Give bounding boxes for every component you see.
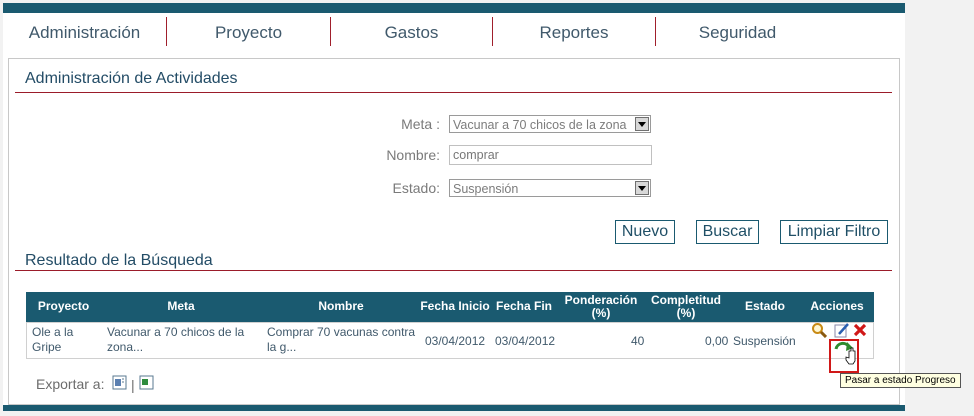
cell-meta: Vacunar a 70 chicos de la zona... [107,325,245,354]
main-nav: Administración Proyecto Gastos Reportes … [3,15,905,52]
column-header: Acciones [810,299,864,313]
meta-select-value: Vacunar a 70 chicos de la zona [453,118,627,132]
estado-label: Estado: [392,180,440,196]
export-separator: | [131,377,135,393]
change-state-icon[interactable] [829,339,859,373]
column-header: Proyecto [37,299,90,313]
limpiar-filtro-button[interactable]: Limpiar Filtro [780,220,888,244]
search-icon[interactable] [811,322,827,338]
meta-label: Meta : [401,116,440,132]
edit-icon[interactable] [834,322,850,338]
nuevo-button[interactable]: Nuevo [615,220,675,244]
column-header: Nombre [318,299,364,313]
cell-completitud: 0,00 [705,334,729,348]
column-header: Ponderación (%) [564,293,638,320]
column-header: Meta [167,299,195,313]
chevron-down-icon[interactable] [635,181,649,195]
cell-nombre: Comprar 70 vacunas contra la g... [267,325,416,354]
meta-select[interactable]: Vacunar a 70 chicos de la zona [449,115,651,133]
column-header: Completitud (%) [651,293,721,320]
bottom-bar [3,405,905,411]
buscar-button[interactable]: Buscar [696,220,759,244]
cell-ponderacion: 40 [631,334,645,348]
action-tooltip: Pasar a estado Progreso [840,373,961,388]
column-header: Fecha Inicio [420,299,490,313]
page-title: Administración de Actividades [25,70,238,87]
tab-reportes[interactable]: Reportes [493,15,655,47]
csv-export-icon[interactable] [139,375,155,391]
tab-gastos[interactable]: Gastos [331,15,492,47]
nombre-label: Nombre: [386,147,440,163]
estado-select-value: Suspensión [453,182,519,196]
table-header: Proyecto Meta Nombre Fecha Inicio Fecha … [26,292,874,322]
top-bar [3,3,905,13]
cell-proyecto: Ole a la Gripe [32,325,74,354]
title-divider [15,92,892,93]
results-title: Resultado de la Búsqueda [25,252,213,269]
excel-export-icon[interactable] [112,375,128,391]
cell-estado: Suspensión [733,334,796,348]
cell-fecha-inicio: 03/04/2012 [425,334,486,348]
cell-fecha-fin: 03/04/2012 [495,334,556,348]
tab-administracion[interactable]: Administración [3,15,166,47]
column-header: Estado [744,299,785,313]
table-row[interactable]: Ole a la Gripe Vacunar a 70 chicos de la… [26,322,874,359]
nombre-input[interactable] [449,145,652,165]
tab-seguridad[interactable]: Seguridad [656,15,819,47]
delete-icon[interactable] [852,322,868,338]
estado-select[interactable]: Suspensión [449,179,651,197]
results-divider [15,270,892,271]
export-label: Exportar a: [36,376,105,392]
column-header: Fecha Fin [495,299,552,313]
chevron-down-icon[interactable] [635,117,649,131]
tab-proyecto[interactable]: Proyecto [167,15,330,47]
